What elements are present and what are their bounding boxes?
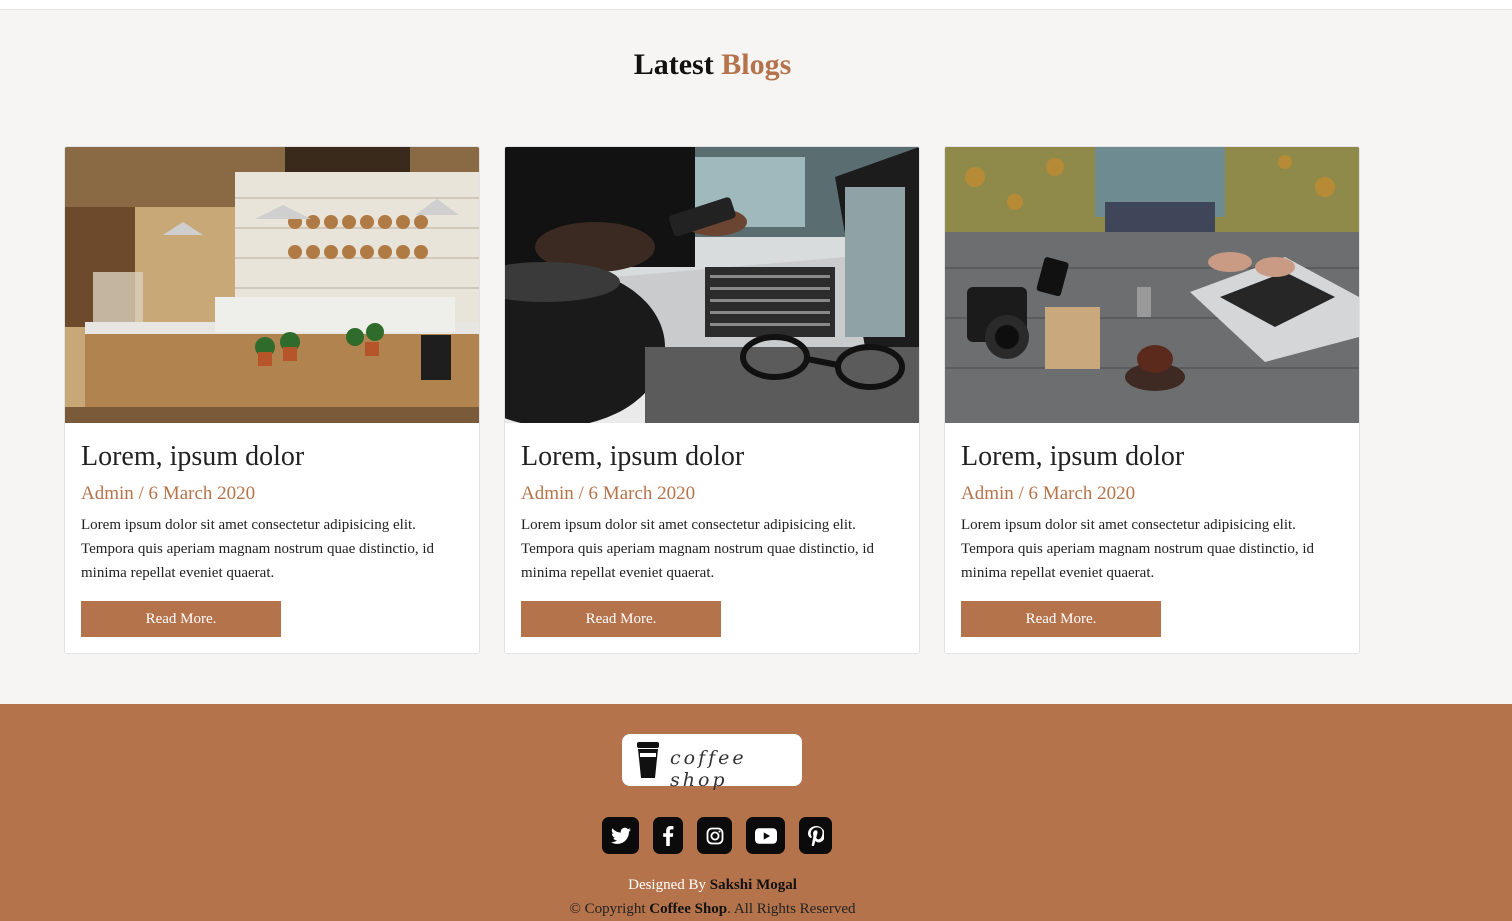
blog-title: Lorem, ipsum dolor [81, 441, 305, 472]
blog-excerpt: Lorem ipsum dolor sit amet consectetur a… [81, 517, 435, 581]
read-more-button[interactable]: Read More. [521, 601, 721, 637]
designer-name: Sakshi Mogal [709, 877, 797, 893]
section-title-accent: Blogs [721, 48, 792, 81]
blog-card: Lorem, ipsum dolor Admin / 6 March 2020 … [944, 146, 1360, 654]
read-more-button[interactable]: Read More. [961, 601, 1161, 637]
instagram-icon[interactable] [697, 817, 732, 854]
blog-title: Lorem, ipsum dolor [961, 441, 1185, 472]
designed-by-label: Designed By [628, 877, 707, 893]
read-more-button[interactable]: Read More. [81, 601, 281, 637]
logo-text: coffee shop [670, 747, 747, 791]
blog-image-laptop [505, 147, 919, 423]
copyright: © Copyright Coffee Shop. All Rights Rese… [0, 901, 1425, 918]
blog-card: Lorem, ipsum dolor Admin / 6 March 2020 … [504, 146, 920, 654]
blog-excerpt: Lorem ipsum dolor sit amet consectetur a… [961, 517, 1315, 581]
blog-title: Lorem, ipsum dolor [521, 441, 745, 472]
blog-image-cafe [65, 147, 479, 423]
blog-meta: Admin / 6 March 2020 [521, 483, 696, 504]
blog-image-desk [945, 147, 1359, 423]
blog-meta: Admin / 6 March 2020 [961, 483, 1136, 504]
blog-excerpt: Lorem ipsum dolor sit amet consectetur a… [521, 517, 875, 581]
top-strip [0, 0, 1512, 10]
designed-by: Designed By Sakshi Mogal [0, 877, 1425, 894]
copyright-brand: Coffee Shop [649, 901, 728, 917]
twitter-icon[interactable] [602, 817, 639, 854]
coffee-cup-icon [637, 742, 659, 778]
section-title-prefix: Latest [633, 48, 714, 81]
footer: coffee shop Designed By Sakshi Mogal © C… [0, 704, 1512, 921]
section-title: Latest Blogs [0, 48, 1425, 82]
facebook-icon[interactable] [653, 817, 683, 854]
youtube-icon[interactable] [746, 817, 785, 854]
blog-card: Lorem, ipsum dolor Admin / 6 March 2020 … [64, 146, 480, 654]
copyright-suffix: . All Rights Reserved [727, 901, 856, 917]
blog-meta: Admin / 6 March 2020 [81, 483, 256, 504]
pinterest-icon[interactable] [799, 817, 832, 854]
footer-logo[interactable]: coffee shop [622, 734, 802, 791]
copyright-prefix: © Copyright [569, 901, 646, 917]
